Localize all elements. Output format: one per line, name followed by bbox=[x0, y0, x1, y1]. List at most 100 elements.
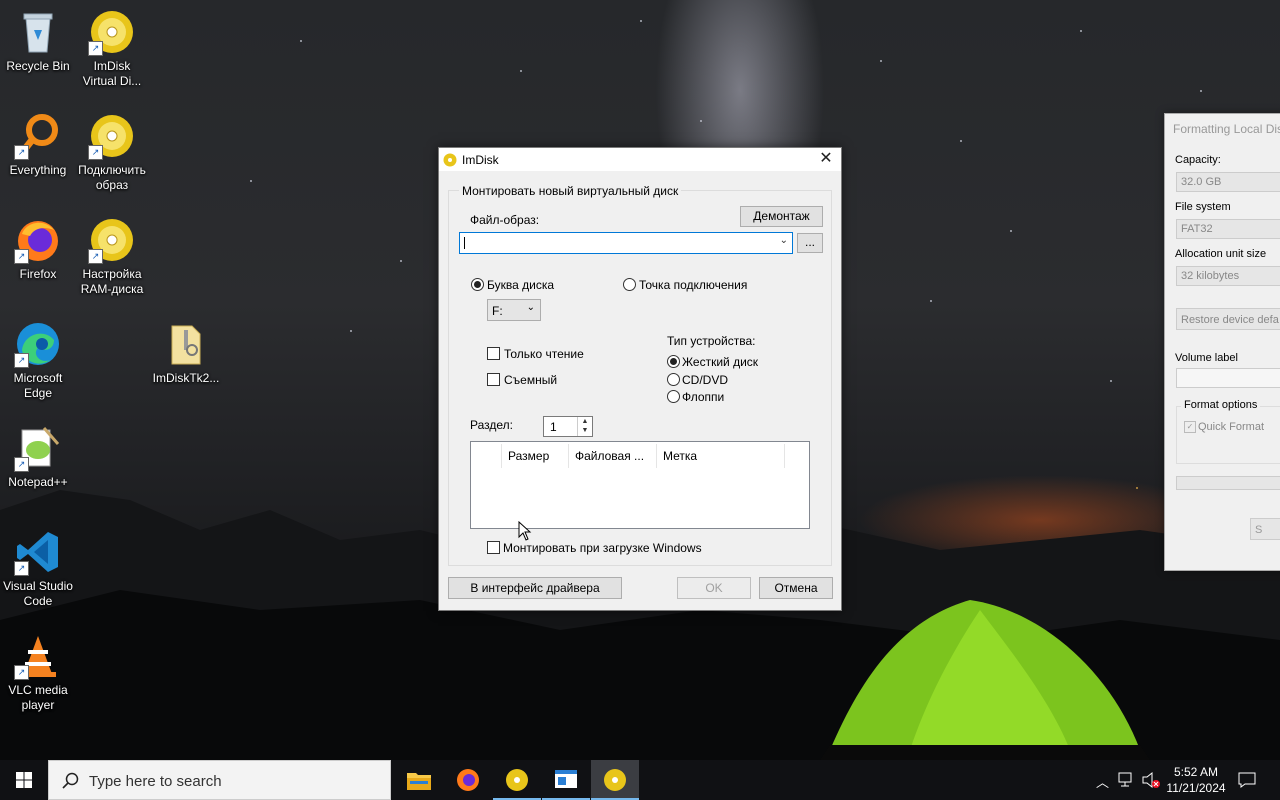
close-icon[interactable]: ✕ bbox=[811, 148, 841, 171]
vlc-icon: ↗ bbox=[14, 632, 62, 680]
imdisk-app-icon bbox=[443, 153, 457, 167]
firefox-shortcut[interactable]: ↗ Firefox bbox=[0, 216, 76, 282]
allocation-unit-select[interactable]: 32 kilobytes bbox=[1176, 266, 1280, 286]
driver-interface-button[interactable]: В интерфейс драйвера bbox=[448, 577, 622, 599]
everything-label: Everything bbox=[9, 163, 67, 177]
text-cursor bbox=[464, 237, 465, 249]
firefox-label: Firefox bbox=[19, 267, 57, 281]
removable-checkbox[interactable] bbox=[487, 373, 500, 386]
shortcut-arrow-icon: ↗ bbox=[14, 457, 29, 472]
taskbar-format-window[interactable] bbox=[542, 760, 590, 800]
mount-image-shortcut[interactable]: ↗ Подключить образ bbox=[74, 112, 150, 193]
volume-muted-icon[interactable] bbox=[1141, 771, 1161, 789]
partition-list[interactable]: Размер Файловая ... Метка bbox=[470, 441, 810, 529]
shortcut-arrow-icon: ↗ bbox=[14, 561, 29, 576]
volume-label-label: Volume label bbox=[1175, 352, 1238, 364]
format-window[interactable]: Formatting Local Dis Capacity: 32.0 GB F… bbox=[1164, 113, 1280, 571]
edge-label: Microsoft Edge bbox=[13, 371, 63, 400]
format-progress-bar bbox=[1176, 476, 1280, 490]
partition-label: Раздел: bbox=[470, 418, 513, 432]
notepad-plus-plus-shortcut[interactable]: ↗ Notepad++ bbox=[0, 424, 76, 490]
edge-shortcut[interactable]: ↗ Microsoft Edge bbox=[0, 320, 76, 401]
file-image-combobox[interactable]: ⌄ bbox=[459, 232, 793, 254]
format-window-title: Formatting Local Dis bbox=[1173, 122, 1280, 136]
disc-icon bbox=[604, 769, 626, 791]
volume-label-input[interactable] bbox=[1176, 368, 1280, 388]
edge-icon: ↗ bbox=[14, 320, 62, 368]
tent-image bbox=[820, 600, 1150, 760]
mount-point-radio[interactable] bbox=[623, 278, 636, 291]
quick-format-checkbox[interactable]: ✓ bbox=[1184, 421, 1196, 433]
shortcut-arrow-icon: ↗ bbox=[88, 41, 103, 56]
dialog-titlebar[interactable]: ImDisk ✕ bbox=[439, 148, 841, 171]
browse-button[interactable]: ... bbox=[797, 233, 823, 253]
shortcut-arrow-icon: ↗ bbox=[14, 665, 29, 680]
imdisk-dialog[interactable]: ImDisk ✕ Монтировать новый виртуальный д… bbox=[438, 147, 842, 611]
start-button[interactable] bbox=[0, 760, 48, 800]
ram-disk-label: Настройка RAM-диска bbox=[80, 267, 144, 296]
recycle-bin-shortcut[interactable]: Recycle Bin bbox=[0, 8, 76, 74]
notepad-plus-plus-label: Notepad++ bbox=[8, 475, 68, 489]
dialog-title: ImDisk bbox=[462, 153, 499, 167]
vscode-icon: ↗ bbox=[14, 528, 62, 576]
show-hidden-icons-chevron-icon[interactable]: ︿ bbox=[1096, 772, 1109, 791]
taskbar-file-explorer[interactable] bbox=[395, 760, 443, 800]
everything-search-icon: ↗ bbox=[14, 112, 62, 160]
everything-shortcut[interactable]: ↗ Everything bbox=[0, 112, 76, 178]
column-header-blank[interactable] bbox=[471, 444, 502, 468]
column-header-label[interactable]: Метка bbox=[657, 444, 785, 468]
ram-disk-shortcut[interactable]: ↗ Настройка RAM-диска bbox=[74, 216, 150, 297]
vlc-shortcut[interactable]: ↗ VLC media player bbox=[0, 632, 76, 713]
floppy-radio[interactable] bbox=[667, 390, 680, 403]
chevron-down-icon: ⌄ bbox=[526, 302, 535, 313]
spinner-arrows-icon[interactable]: ▲ ▼ bbox=[577, 417, 592, 436]
chevron-down-icon[interactable]: ⌄ bbox=[780, 235, 788, 246]
mount-group-title: Монтировать новый виртуальный диск bbox=[459, 184, 682, 198]
restore-defaults-button[interactable]: Restore device defa bbox=[1176, 308, 1280, 330]
file-image-label: Файл-образ: bbox=[470, 213, 540, 227]
mount-point-label: Точка подключения bbox=[639, 278, 748, 292]
drive-letter-radio[interactable] bbox=[471, 278, 484, 291]
cancel-button[interactable]: Отмена bbox=[759, 577, 833, 599]
allocation-unit-label: Allocation unit size bbox=[1175, 248, 1267, 260]
notepad-plus-plus-icon: ↗ bbox=[14, 424, 62, 472]
imdisktk-archive-shortcut[interactable]: ImDiskTk2... bbox=[148, 320, 224, 386]
shortcut-arrow-icon: ↗ bbox=[88, 145, 103, 160]
partition-spinner[interactable]: 1 ▲ ▼ bbox=[543, 416, 593, 437]
hard-disk-radio[interactable] bbox=[667, 355, 680, 368]
ok-button[interactable]: OK bbox=[677, 577, 751, 599]
recycle-bin-label: Recycle Bin bbox=[6, 59, 70, 73]
network-icon[interactable] bbox=[1118, 772, 1136, 788]
column-header-size[interactable]: Размер bbox=[502, 444, 569, 468]
windows-logo-icon bbox=[16, 772, 32, 788]
drive-letter-value: F: bbox=[492, 304, 503, 318]
file-system-label: File system bbox=[1175, 201, 1231, 213]
drive-letter-select[interactable]: F: ⌄ bbox=[487, 299, 541, 321]
capacity-select[interactable]: 32.0 GB bbox=[1176, 172, 1280, 192]
taskbar-imdisk[interactable] bbox=[493, 760, 541, 800]
file-system-select[interactable]: FAT32 bbox=[1176, 219, 1280, 239]
removable-label: Съемный bbox=[504, 373, 558, 387]
unmount-button[interactable]: Демонтаж bbox=[740, 206, 823, 227]
taskbar-firefox[interactable] bbox=[444, 760, 492, 800]
imdisk-shortcut[interactable]: ↗ ImDisk Virtual Di... bbox=[74, 8, 150, 89]
taskbar: Type here to search ︿ 5:52 AM 11/21/2024 bbox=[0, 760, 1280, 800]
vscode-shortcut[interactable]: ↗ Visual Studio Code bbox=[0, 528, 76, 609]
start-button[interactable]: S bbox=[1250, 518, 1280, 540]
taskbar-search-box[interactable]: Type here to search bbox=[48, 760, 391, 800]
readonly-checkbox[interactable] bbox=[487, 347, 500, 360]
shortcut-arrow-icon: ↗ bbox=[14, 353, 29, 368]
mount-at-boot-label: Монтировать при загрузке Windows bbox=[503, 541, 702, 555]
notifications-icon[interactable] bbox=[1238, 771, 1256, 789]
taskbar-imdisk-active[interactable] bbox=[591, 760, 639, 800]
clock[interactable]: 5:52 AM 11/21/2024 bbox=[1166, 764, 1226, 796]
clock-time: 5:52 AM bbox=[1173, 765, 1219, 779]
disc-icon: ↗ bbox=[88, 112, 136, 160]
vlc-label: VLC media player bbox=[8, 683, 68, 712]
shortcut-arrow-icon: ↗ bbox=[14, 249, 29, 264]
cd-dvd-radio[interactable] bbox=[667, 373, 680, 386]
desktop: Recycle Bin ↗ ImDisk Virtual Di... ↗ Eve… bbox=[0, 0, 1280, 760]
floppy-label: Флоппи bbox=[682, 390, 725, 404]
mount-at-boot-checkbox[interactable] bbox=[487, 541, 500, 554]
column-header-filesystem[interactable]: Файловая ... bbox=[569, 444, 657, 468]
